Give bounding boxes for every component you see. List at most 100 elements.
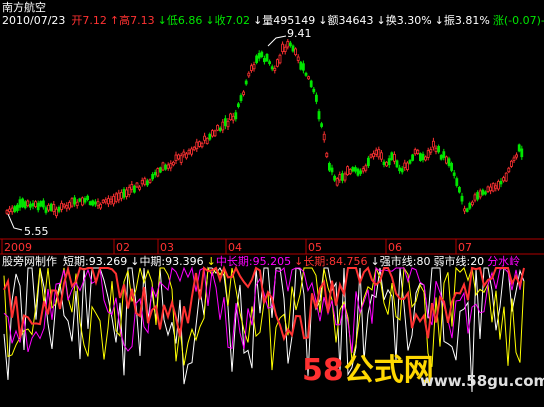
candle-body <box>322 133 326 141</box>
candle-body <box>130 184 134 190</box>
candle-body <box>327 163 331 171</box>
candle-body <box>421 153 425 161</box>
candle-body <box>114 193 118 202</box>
candle-body <box>372 153 376 158</box>
time-label: 07 <box>458 241 472 254</box>
candle-body <box>398 167 402 172</box>
candle-body <box>5 210 9 214</box>
candle-body <box>44 207 48 213</box>
down-arrow-icon: ↓ <box>206 255 216 268</box>
long-value: 84.756 <box>329 255 368 268</box>
candle-body <box>135 182 139 188</box>
candle-body <box>262 58 266 63</box>
candle-body <box>68 202 71 209</box>
candle-body <box>138 186 142 190</box>
candle-body <box>411 154 415 161</box>
long-label: 长期: <box>303 255 330 268</box>
candle-body <box>166 164 170 169</box>
candle-body <box>223 118 227 127</box>
candle-body <box>291 45 295 52</box>
candle-body <box>169 163 173 169</box>
candle-body <box>457 186 461 193</box>
time-label: 05 <box>308 241 322 254</box>
candle-body <box>132 185 136 193</box>
candle-body <box>379 152 383 160</box>
time-label: 02 <box>116 241 130 254</box>
candle-body <box>465 208 469 212</box>
candle-body <box>270 66 274 70</box>
candle-body <box>403 162 407 169</box>
candle-body <box>356 168 360 176</box>
time-label: 03 <box>160 241 174 254</box>
candle-body <box>431 140 435 148</box>
down-arrow-icon: ↓ <box>370 255 380 268</box>
candle-body <box>442 151 446 158</box>
candle-body <box>158 167 162 173</box>
candle-body <box>374 149 378 155</box>
candle-body <box>101 199 105 204</box>
candle-body <box>499 180 503 185</box>
candle-body <box>164 164 168 170</box>
candle-body <box>476 192 480 200</box>
candle-body <box>91 200 95 206</box>
candle-body <box>229 113 233 121</box>
min-price-label: 5.55 <box>24 225 49 238</box>
candle-body <box>174 154 178 161</box>
candle-body <box>434 147 438 152</box>
candle-body <box>385 161 389 167</box>
time-label: 06 <box>388 241 402 254</box>
candle-body <box>10 207 14 213</box>
candle-body <box>353 167 357 172</box>
watermark-number: 58 <box>302 353 344 388</box>
candle-body <box>283 46 287 52</box>
candle-body <box>18 199 22 208</box>
min-price-value: 5.55 <box>24 225 49 238</box>
candle-body <box>247 72 251 77</box>
candle-body <box>507 167 511 173</box>
candle-body <box>153 172 157 176</box>
midlong-value: 95.205 <box>252 255 292 268</box>
watershed-label: 分水岭 <box>487 255 521 268</box>
watermark-url: www.58gu.com <box>420 372 544 390</box>
candle-body <box>143 178 147 185</box>
candle-body <box>478 190 482 198</box>
strong-line-label: 强市线: <box>379 255 417 268</box>
candle-body <box>156 168 160 177</box>
candle-body <box>52 204 56 213</box>
candle-body <box>182 151 186 156</box>
candle-body <box>330 167 334 173</box>
candle-body <box>346 166 350 176</box>
candle-body <box>242 91 246 95</box>
max-price-value: 9.41 <box>287 27 312 40</box>
candle-body <box>70 198 74 207</box>
candle-body <box>314 94 318 102</box>
candle-body <box>213 130 217 137</box>
candle-body <box>78 198 82 202</box>
candle-body <box>359 170 363 174</box>
candle-body <box>109 198 113 203</box>
candle-body <box>218 127 222 132</box>
candle-body <box>31 203 35 207</box>
candle-body <box>312 88 316 93</box>
candle-body <box>203 135 207 141</box>
candle-body <box>104 199 108 203</box>
candle-body <box>489 186 493 192</box>
indicator-name: 股旁网制作 <box>2 255 57 268</box>
indicator-legend: 股旁网制作 短期:93.269 ↓中期:93.396 ↓中长期:95.205 ↓长期:8… <box>2 255 523 268</box>
candle-body <box>463 208 467 212</box>
candle-body <box>304 72 308 76</box>
candle-body <box>28 203 32 208</box>
candle-body <box>184 153 188 159</box>
candle-body <box>494 185 498 189</box>
candle-body <box>496 181 500 190</box>
candle-body <box>340 173 344 181</box>
candle-body <box>452 172 456 176</box>
candle-body <box>151 174 155 180</box>
candle-body <box>486 186 490 192</box>
candle-body <box>244 80 248 85</box>
candle-body <box>439 155 443 160</box>
candle-body <box>483 191 487 195</box>
strong-line-value: 80 <box>416 255 431 268</box>
candle-body <box>239 95 243 101</box>
candle-body <box>413 149 417 155</box>
